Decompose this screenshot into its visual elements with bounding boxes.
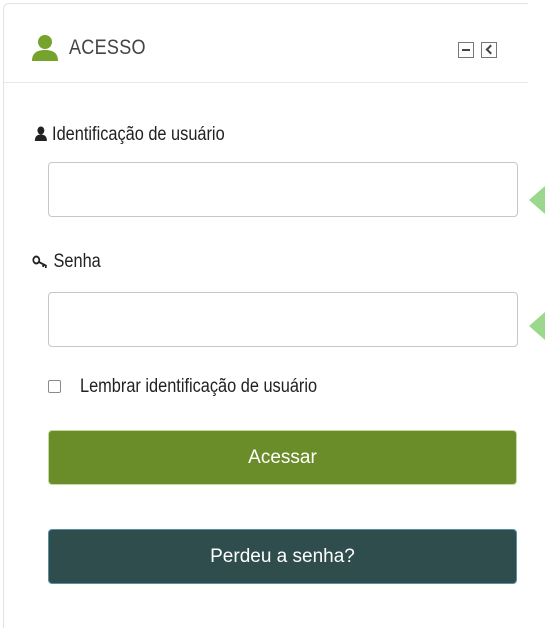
user-icon bbox=[34, 124, 52, 145]
field-pointer-arrow bbox=[529, 312, 545, 340]
login-button[interactable]: Acessar bbox=[48, 430, 517, 485]
username-label: Identificação de usuário bbox=[34, 124, 225, 146]
login-block: ACESSO Identificação de usuário Senha Le… bbox=[3, 3, 528, 628]
username-label-text: Identificação de usuário bbox=[52, 124, 225, 145]
password-label: Senha bbox=[32, 251, 101, 273]
block-header: ACESSO bbox=[4, 4, 528, 83]
remember-label: Lembrar identificação de usuário bbox=[80, 376, 318, 397]
key-icon bbox=[32, 251, 54, 272]
block-title: ACESSO bbox=[69, 36, 146, 59]
remember-checkbox[interactable] bbox=[48, 380, 61, 393]
username-input[interactable] bbox=[48, 162, 518, 217]
forgot-password-button[interactable]: Perdeu a senha? bbox=[48, 529, 517, 584]
minimize-icon[interactable] bbox=[458, 42, 474, 58]
field-pointer-arrow bbox=[529, 186, 545, 214]
password-input[interactable] bbox=[48, 292, 518, 347]
dock-icon[interactable] bbox=[481, 42, 497, 58]
password-label-text: Senha bbox=[53, 251, 101, 272]
user-icon bbox=[30, 34, 60, 67]
